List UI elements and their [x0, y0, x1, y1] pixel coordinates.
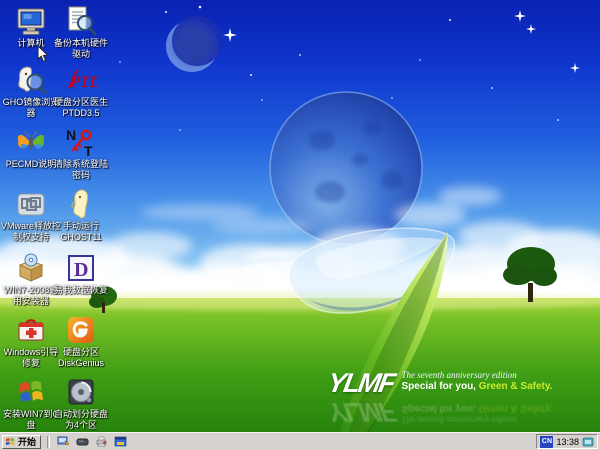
start-button-label: 开始: [18, 435, 36, 448]
icon-label: 自动划分硬盘 为4个区: [54, 409, 108, 431]
icon-label: 清除系统登陆 密码: [54, 159, 108, 181]
desktop-icon-auto-partition[interactable]: 自动划分硬盘 为4个区: [49, 376, 113, 431]
windows-flag-icon: [15, 376, 47, 408]
icon-label: 易我数据恢复: [54, 285, 108, 296]
icon-label: 硬盘分区医生 PTDD3.5: [54, 97, 108, 119]
taskbar: 开始 CN 13:38: [0, 432, 600, 450]
hard-disk-icon: [65, 376, 97, 408]
taskbar-clock[interactable]: 13:38: [556, 437, 579, 447]
desktop-icon-run-ghost[interactable]: 手动运行 GHOST11: [49, 188, 113, 243]
desktop-icon-backup-drivers[interactable]: 备份本机硬件 驱动: [49, 5, 113, 60]
backup-drivers-icon: [65, 5, 97, 37]
windows-flag-icon: [5, 436, 16, 447]
tagline-edition: The seventh anniversary edition: [402, 370, 553, 380]
vmware-icon: [15, 188, 47, 220]
svg-text:T: T: [84, 143, 93, 158]
nt-key-icon: N T: [65, 126, 97, 158]
quicklaunch-divider: [47, 436, 50, 448]
wallpaper-logo: YLMF The seventh anniversary edition Spe…: [328, 370, 552, 396]
system-tray: CN 13:38: [536, 434, 598, 449]
desktop-icon-easeus-recovery[interactable]: D 易我数据恢复: [49, 252, 113, 296]
installer-window-icon[interactable]: [113, 434, 128, 449]
installer-box-icon: [15, 252, 47, 284]
display-tray-icon[interactable]: [582, 436, 594, 448]
ptdd-icon: PTD: [65, 64, 97, 96]
svg-text:D: D: [74, 259, 88, 281]
desktop-icon-ptdd[interactable]: PTD 硬盘分区医生 PTDD3.5: [49, 64, 113, 119]
ghost-icon: [65, 188, 97, 220]
svg-text:PTD: PTD: [69, 74, 97, 91]
pecmd-butterfly-icon: [15, 126, 47, 158]
wallpaper-logo-reflection: YLMF The seventh anniversary edition Spe…: [328, 399, 552, 425]
print-tool-icon[interactable]: [94, 434, 109, 449]
diskgenius-g-icon: [65, 314, 97, 346]
icon-label: 备份本机硬件 驱动: [54, 38, 108, 60]
gho-image-browser-icon: [15, 64, 47, 96]
storage-device-icon[interactable]: [75, 434, 90, 449]
easeus-d-icon: D: [65, 252, 97, 284]
tagline-slogan: Special for you, Green & Safety.: [402, 381, 553, 392]
icon-label: 硬盘分区 DiskGenius: [58, 347, 104, 369]
svg-text:N: N: [66, 127, 76, 143]
desktop-icon-diskgenius[interactable]: 硬盘分区 DiskGenius: [49, 314, 113, 369]
mouse-cursor: [37, 45, 49, 68]
desktop: YLMF The seventh anniversary edition Spe…: [0, 0, 600, 450]
desktop-icon-clear-password[interactable]: N T 清除系统登陆 密码: [49, 126, 113, 181]
first-aid-kit-icon: [15, 314, 47, 346]
start-button[interactable]: 开始: [2, 435, 41, 449]
computer-icon: [15, 5, 47, 37]
icon-label: 手动运行 GHOST11: [60, 221, 101, 243]
language-badge[interactable]: CN: [540, 436, 553, 448]
ylmf-brand: YLMF: [326, 370, 396, 396]
show-desktop-icon[interactable]: [56, 434, 71, 449]
